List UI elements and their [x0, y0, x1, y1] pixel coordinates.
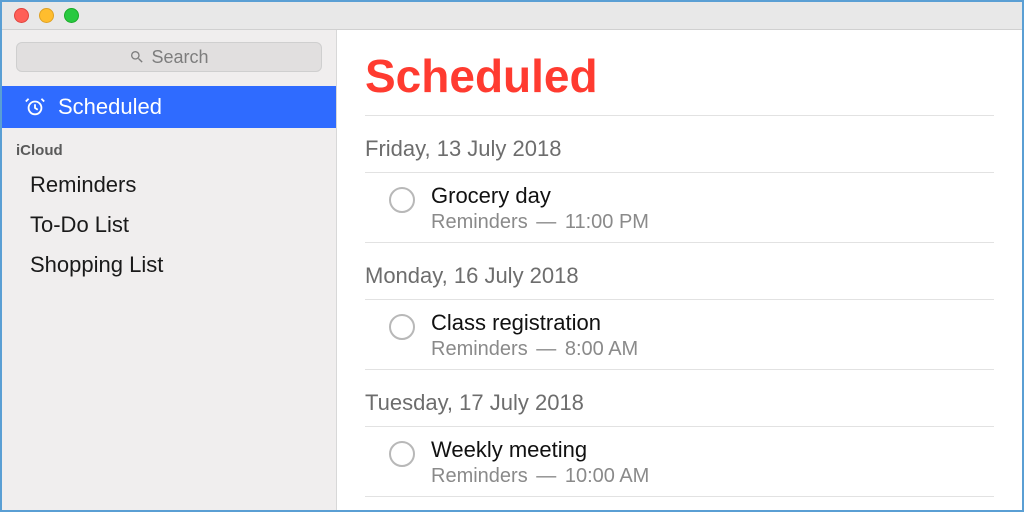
complete-checkbox[interactable]: [389, 187, 415, 213]
sidebar-item-scheduled[interactable]: Scheduled: [2, 86, 336, 128]
app-body: Search Scheduled iCloud Reminders To-Do …: [2, 30, 1022, 510]
sidebar-list-reminders[interactable]: Reminders: [2, 165, 336, 205]
alarm-icon: [24, 96, 46, 118]
date-header: Tuesday, 17 July 2018: [365, 390, 994, 427]
sidebar-list: Scheduled iCloud Reminders To-Do List Sh…: [2, 80, 336, 285]
zoom-window-button[interactable]: [64, 8, 79, 23]
sidebar-list-todo[interactable]: To-Do List: [2, 205, 336, 245]
reminder-meta: Reminders — 10:00 AM: [431, 465, 994, 488]
title-bar: [2, 2, 1022, 30]
reminder-title: Grocery day: [431, 183, 994, 209]
close-window-button[interactable]: [14, 8, 29, 23]
search-wrap: Search: [2, 30, 336, 80]
reminder-body: Grocery day Reminders — 11:00 PM: [431, 183, 994, 234]
date-group: Friday, 13 July 2018 Grocery day Reminde…: [365, 116, 994, 243]
reminder-list: Reminders: [431, 338, 528, 360]
search-icon: [129, 49, 145, 65]
complete-checkbox[interactable]: [389, 314, 415, 340]
search-input[interactable]: Search: [16, 42, 322, 72]
reminder-item[interactable]: Weekly meeting Reminders — 10:00 AM: [365, 427, 994, 497]
sidebar-section-header: iCloud: [2, 128, 336, 165]
sidebar-list-shopping[interactable]: Shopping List: [2, 245, 336, 285]
reminder-time: 8:00 AM: [565, 338, 638, 360]
reminder-item[interactable]: Class registration Reminders — 8:00 AM: [365, 300, 994, 370]
meta-separator: —: [531, 465, 562, 487]
reminder-title: Class registration: [431, 310, 994, 336]
date-header: Monday, 16 July 2018: [365, 263, 994, 300]
reminder-body: Class registration Reminders — 8:00 AM: [431, 310, 994, 361]
page-title: Scheduled: [365, 42, 994, 116]
reminder-title: Weekly meeting: [431, 437, 994, 463]
sidebar-item-label: Scheduled: [58, 94, 162, 120]
complete-checkbox[interactable]: [389, 441, 415, 467]
reminder-time: 10:00 AM: [565, 465, 650, 487]
sidebar-list-label: Reminders: [30, 172, 136, 198]
sidebar: Search Scheduled iCloud Reminders To-Do …: [2, 30, 337, 510]
reminder-item[interactable]: Grocery day Reminders — 11:00 PM: [365, 173, 994, 243]
meta-separator: —: [531, 211, 562, 233]
sidebar-list-label: Shopping List: [30, 252, 163, 278]
reminder-body: Weekly meeting Reminders — 10:00 AM: [431, 437, 994, 488]
search-placeholder: Search: [151, 47, 208, 68]
minimize-window-button[interactable]: [39, 8, 54, 23]
reminder-time: 11:00 PM: [565, 211, 649, 233]
reminder-list: Reminders: [431, 465, 528, 487]
date-group: Monday, 16 July 2018 Class registration …: [365, 243, 994, 370]
reminder-list: Reminders: [431, 211, 528, 233]
date-header: Friday, 13 July 2018: [365, 136, 994, 173]
meta-separator: —: [531, 338, 562, 360]
main-panel: Scheduled Friday, 13 July 2018 Grocery d…: [337, 30, 1022, 510]
sidebar-list-label: To-Do List: [30, 212, 129, 238]
reminder-meta: Reminders — 11:00 PM: [431, 211, 994, 234]
reminder-meta: Reminders — 8:00 AM: [431, 338, 994, 361]
date-group: Tuesday, 17 July 2018 Weekly meeting Rem…: [365, 370, 994, 497]
